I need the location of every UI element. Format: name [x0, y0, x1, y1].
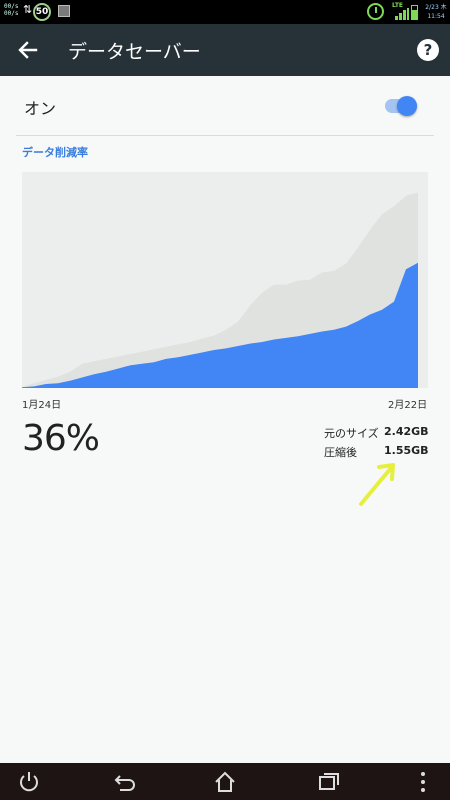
divider — [16, 135, 434, 136]
arrow-left-icon — [18, 41, 38, 59]
alarm-icon — [367, 3, 384, 20]
network-speed: 00/s 00/s — [4, 3, 18, 17]
menu-icon[interactable] — [409, 768, 437, 796]
battery-icon — [411, 5, 418, 20]
section-title: データ削減率 — [22, 146, 88, 159]
back-button[interactable] — [14, 36, 42, 64]
original-size-label: 元のサイズ — [324, 427, 379, 440]
recents-icon[interactable] — [315, 768, 343, 796]
navigation-bar — [0, 763, 450, 800]
clock: 2/23 木 11:54 — [422, 3, 450, 21]
power-icon[interactable] — [15, 768, 43, 796]
back-icon[interactable] — [110, 768, 138, 796]
notification-icon — [58, 5, 70, 17]
data-usage-chart — [22, 172, 428, 388]
sync-badge-icon: 50 — [33, 3, 51, 21]
data-saver-toggle-row[interactable]: オン — [0, 76, 450, 135]
status-time: 11:54 — [427, 13, 445, 20]
status-date: 2/23 木 — [425, 4, 447, 11]
signal-icon — [395, 8, 409, 20]
speed-down: 00/s — [4, 10, 19, 17]
app-bar: データセーバー ? — [0, 24, 450, 76]
original-size-value: 2.42GB — [384, 425, 429, 438]
status-bar: 00/s 00/s ⇅ 50 LTE 2/23 木 11:54 — [0, 0, 450, 24]
compressed-size-value: 1.55GB — [384, 444, 429, 457]
compressed-size-label: 圧縮後 — [324, 446, 357, 459]
x-axis-end-label: 2月22日 — [388, 400, 428, 411]
speed-up: 00/s — [4, 3, 19, 10]
help-icon: ? — [423, 41, 433, 59]
toggle-switch[interactable] — [397, 96, 417, 116]
page-title: データセーバー — [68, 41, 201, 63]
toggle-label: オン — [24, 99, 57, 118]
savings-percent: 36% — [22, 418, 100, 459]
help-button[interactable]: ? — [417, 39, 439, 61]
data-activity-icon: ⇅ — [23, 3, 33, 16]
x-axis-start-label: 1月24日 — [22, 400, 62, 411]
annotation-arrow-icon — [359, 463, 395, 506]
home-icon[interactable] — [211, 768, 239, 796]
